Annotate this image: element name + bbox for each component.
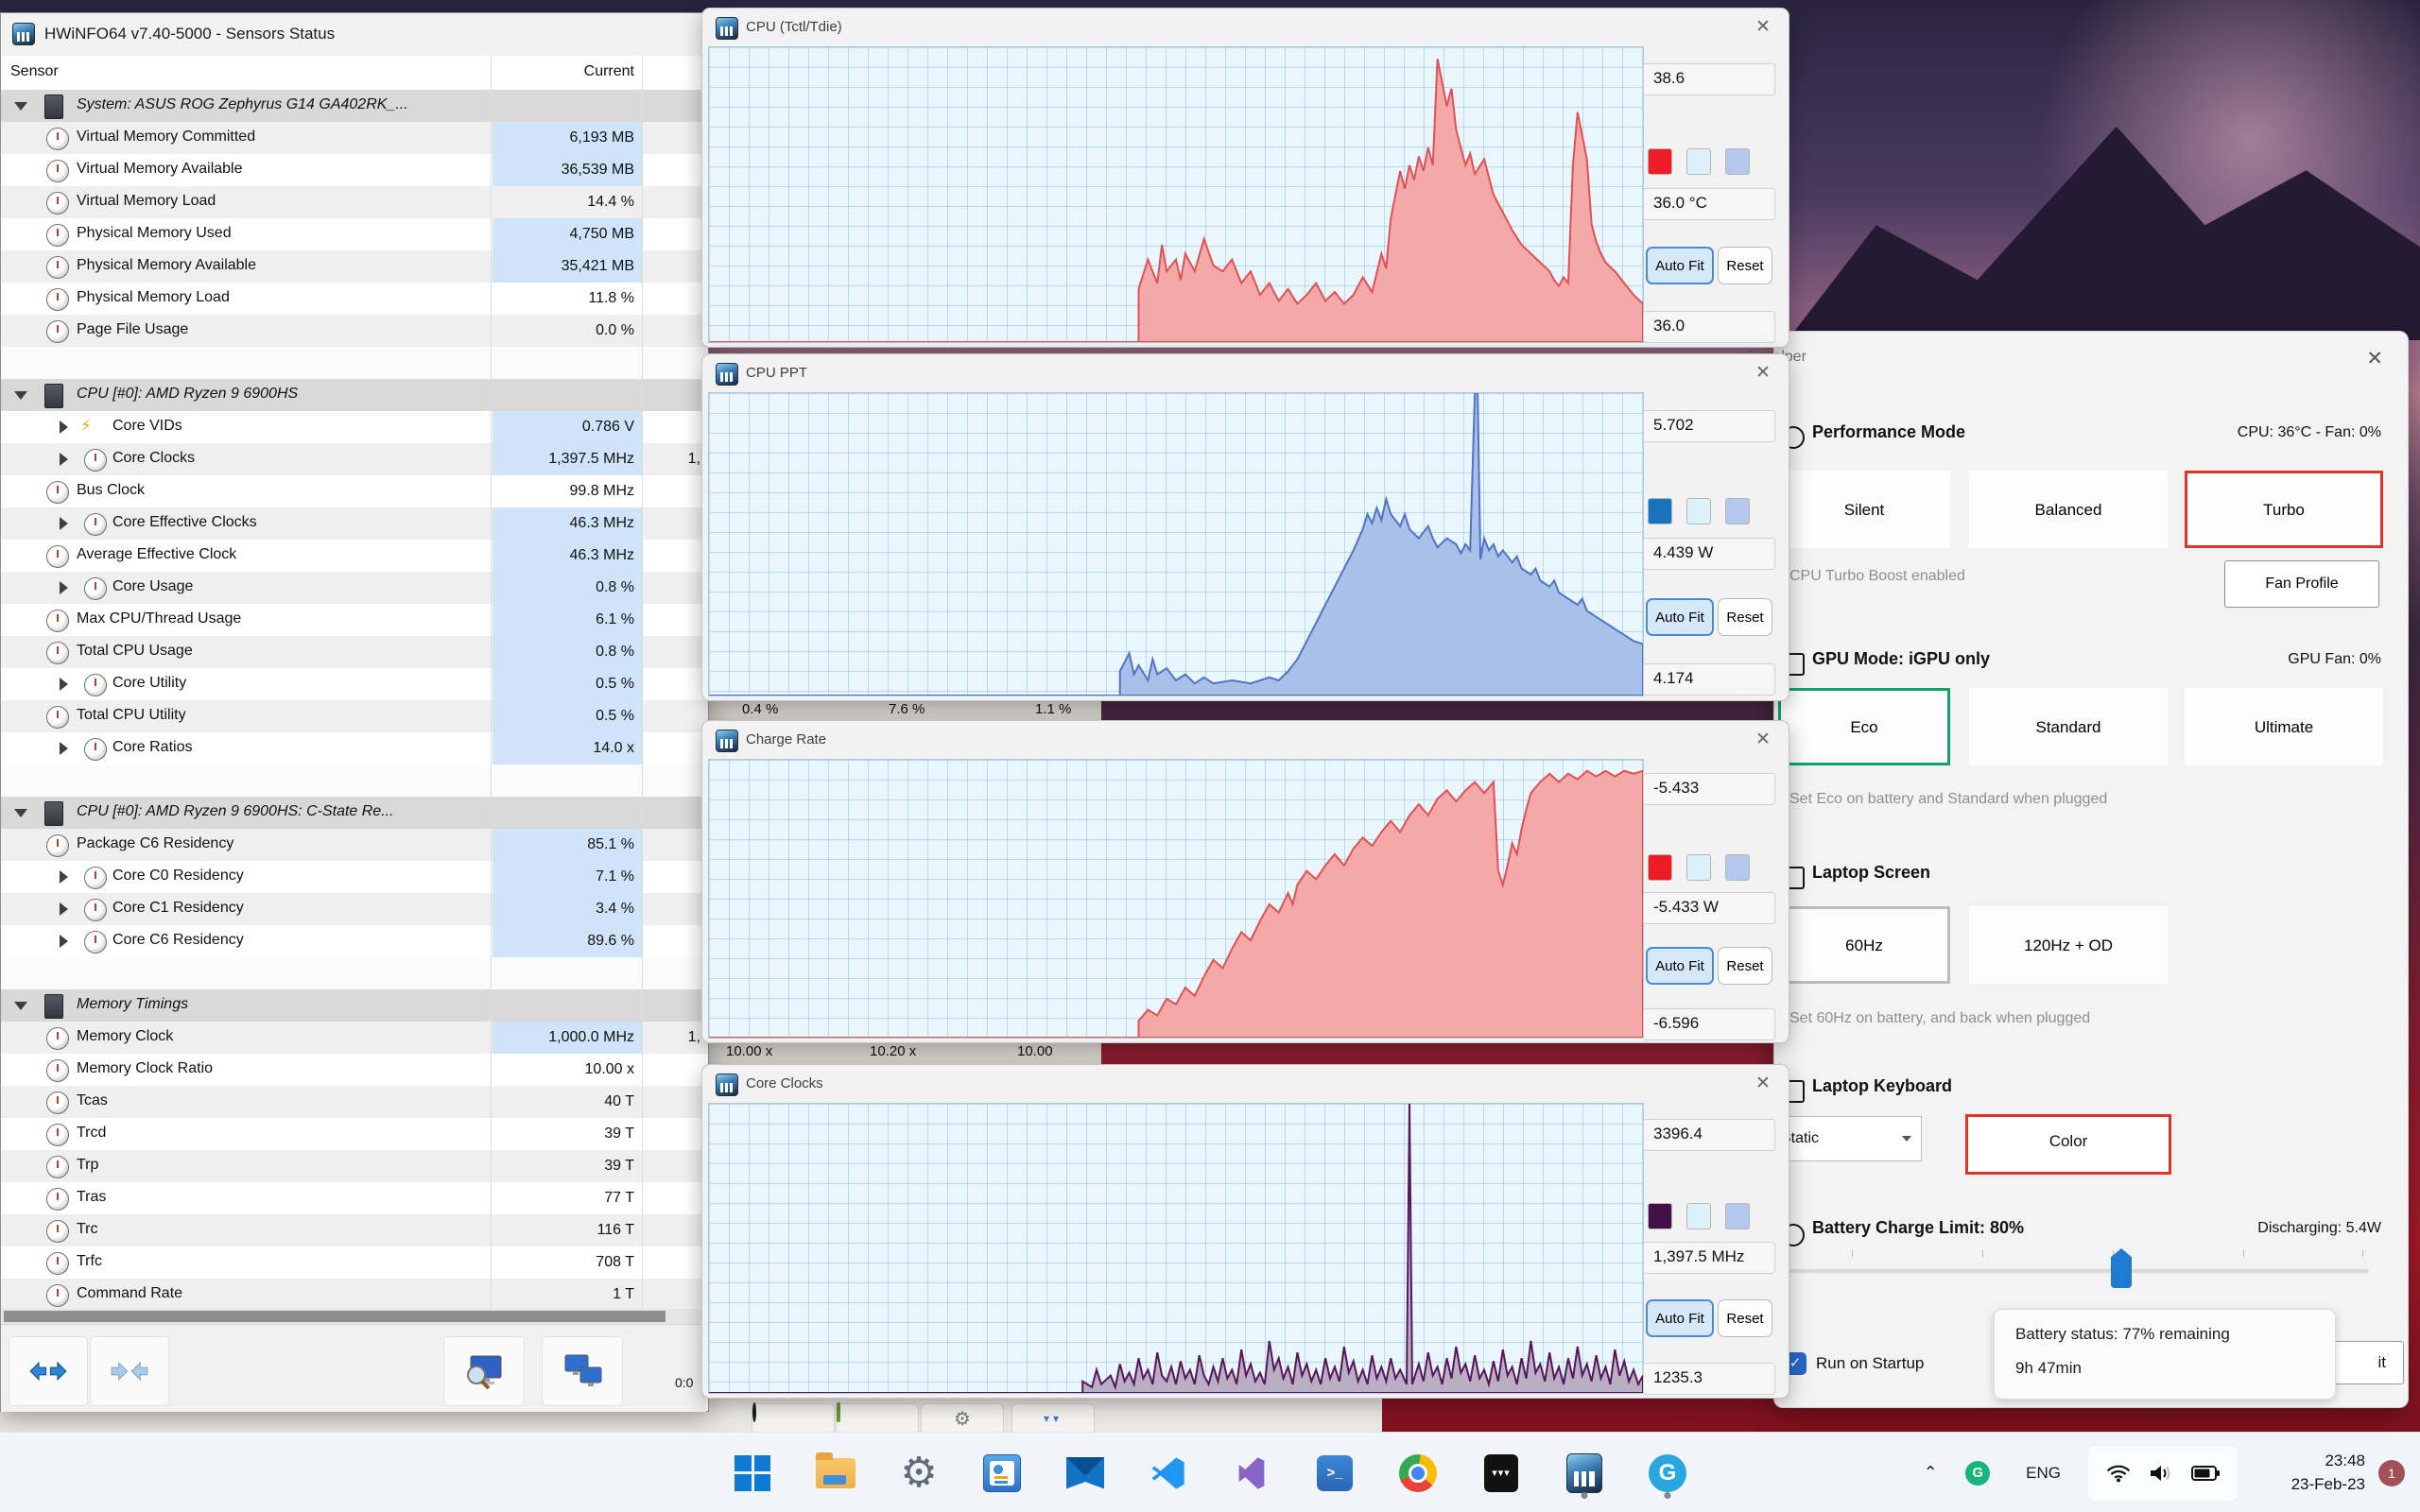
graph-min-value: -6.596 [1643,1008,1775,1040]
taskbar-item-chrome[interactable] [1395,1447,1441,1500]
graph-titlebar[interactable]: CPU PPT ✕ [702,354,1789,392]
graph-plot [708,759,1644,1039]
graph-title: Core Clocks [746,1075,823,1091]
running-indicator [1664,1491,1671,1499]
graph-max-value: 3396.4 [1643,1119,1775,1151]
graph-titlebar[interactable]: Core Clocks ✕ [702,1065,1789,1103]
tray-time: 23:48 [2325,1451,2365,1469]
volume-icon [2151,1465,2170,1481]
chrome-icon [1399,1453,1437,1492]
system-monitor-icon [983,1453,1021,1492]
graph-current-value: -5.433 W [1643,892,1775,924]
terminal-icon: ▾▾▾ [1484,1453,1518,1492]
hwinfo-icon [716,17,738,40]
tray-overflow-chevron-icon[interactable]: ⌃ [1916,1463,1945,1483]
graph-min-value: 36.0 [1643,311,1775,343]
visual-studio-icon [1238,1456,1265,1489]
hwinfo-icon [716,363,738,386]
taskbar-item-terminal[interactable]: ▾▾▾ [1478,1447,1524,1500]
settings-gear-icon: ⚙ [900,1449,938,1496]
taskbar-item-monitor[interactable] [979,1447,1025,1500]
series-color-swatch[interactable] [1648,854,1672,881]
battery-icon [2191,1465,2220,1481]
taskbar-item-mail[interactable] [1063,1447,1108,1500]
hwinfo-taskbar-icon [1566,1452,1602,1493]
taskbar-item-explorer[interactable] [813,1447,858,1500]
graph-current-value: 4.439 W [1643,538,1775,570]
clock[interactable]: 23:48 23-Feb-23 [2256,1450,2365,1496]
mail-icon [1066,1456,1104,1489]
start-icon [735,1454,770,1491]
graph-max-value: -5.433 [1643,773,1775,805]
close-icon[interactable]: ✕ [1751,16,1775,38]
series-color-swatch[interactable] [1648,498,1672,524]
running-indicator [1581,1491,1588,1499]
wifi-icon [2106,1465,2131,1482]
graph-title: CPU PPT [746,365,808,381]
close-icon[interactable]: ✕ [1751,362,1775,384]
graph-window-charge-rate: Charge Rate ✕ -5.433 -5.433 W Auto Fit Reset -… [701,720,1789,1043]
auto-fit-button[interactable]: Auto Fit [1646,1299,1714,1337]
vscode-icon [1151,1456,1184,1489]
grid-color-swatch[interactable] [1725,1203,1750,1229]
desktop: 0.4 % 7.6 % 1.1 % 10.00 x 10.20 x 10.00 … [0,0,2420,1512]
reset-button[interactable]: Reset [1718,598,1772,636]
grid-color-swatch[interactable] [1725,854,1750,881]
taskbar-item-hwinfo[interactable] [1562,1447,1607,1500]
hwinfo-icon [716,1074,738,1096]
series-color-swatch[interactable] [1648,148,1672,175]
graph-min-value: 4.174 [1643,663,1775,696]
graph-max-value: 38.6 [1643,63,1775,95]
grid-color-swatch[interactable] [1725,498,1750,524]
graph-max-value: 5.702 [1643,410,1775,442]
language-indicator[interactable]: ENG [2026,1464,2061,1483]
taskbar: ⚙ >_ ▾▾▾ G ⌃ G ENG 23:48 23-Feb-23 1 [0,1432,2420,1512]
plot-background-swatch[interactable] [1686,854,1711,881]
auto-fit-button[interactable]: Auto Fit [1646,598,1714,636]
system-tray: ⌃ G ENG 23:48 23-Feb-23 1 [1916,1433,2420,1512]
plot-background-swatch[interactable] [1686,1203,1711,1229]
graph-current-value: 1,397.5 MHz [1643,1242,1775,1274]
tray-date: 23-Feb-23 [2290,1474,2365,1493]
taskbar-item-vscode[interactable] [1146,1447,1191,1500]
graph-current-value: 36.0 °C [1643,188,1775,220]
graph-plot [708,1103,1644,1394]
quick-settings-pill[interactable] [2087,1444,2238,1502]
graph-window-cpu-temp: CPU (Tctl/Tdie) ✕ 38.6 36.0 °C Auto Fit Reset… [701,8,1789,348]
taskbar-item-start[interactable] [730,1447,775,1500]
graph-window-core-clocks: Core Clocks ✕ 3396.4 1,397.5 MHz Auto Fit Res… [701,1064,1789,1399]
file-explorer-icon [816,1452,856,1488]
plot-background-swatch[interactable] [1686,498,1711,524]
reset-button[interactable]: Reset [1718,247,1772,284]
auto-fit-button[interactable]: Auto Fit [1646,247,1714,284]
powershell-icon: >_ [1317,1454,1353,1491]
reset-button[interactable]: Reset [1718,1299,1772,1337]
graph-min-value: 1235.3 [1643,1363,1775,1395]
hwinfo-icon [716,730,738,752]
series-color-swatch[interactable] [1648,1203,1672,1229]
plot-background-swatch[interactable] [1686,148,1711,175]
graph-plot [708,392,1644,696]
reset-button[interactable]: Reset [1718,947,1772,985]
taskbar-item-ghelper[interactable]: G [1645,1447,1690,1500]
graph-title: Charge Rate [746,731,827,747]
taskbar-item-powershell[interactable]: >_ [1312,1447,1357,1500]
grammarly-tray-icon[interactable]: G [1965,1460,1991,1486]
ghelper-taskbar-icon: G [1649,1453,1686,1492]
graph-titlebar[interactable]: CPU (Tctl/Tdie) ✕ [702,9,1789,46]
grid-color-swatch[interactable] [1725,148,1750,175]
taskbar-icons: ⚙ >_ ▾▾▾ G [730,1433,1690,1512]
notification-badge[interactable]: 1 [2378,1459,2405,1486]
taskbar-item-settings[interactable]: ⚙ [896,1447,942,1500]
graph-titlebar[interactable]: Charge Rate ✕ [702,721,1789,759]
graph-title: CPU (Tctl/Tdie) [746,19,842,35]
taskbar-item-visualstudio[interactable] [1229,1447,1274,1500]
auto-fit-button[interactable]: Auto Fit [1646,947,1714,985]
graph-window-cpu-ppt: CPU PPT ✕ 5.702 4.439 W Auto Fit Reset 4.174 [701,353,1789,701]
graph-plot [708,46,1644,343]
close-icon[interactable]: ✕ [1751,729,1775,750]
close-icon[interactable]: ✕ [1751,1073,1775,1094]
